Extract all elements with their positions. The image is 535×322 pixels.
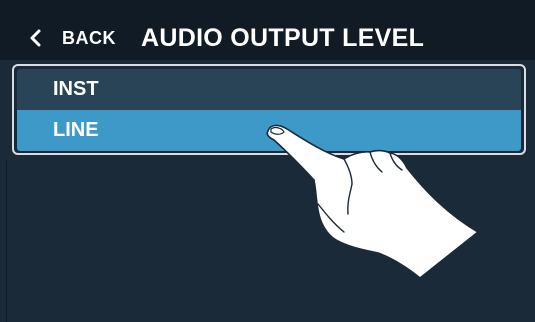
option-label: INST [53,78,99,100]
header-bar: BACK AUDIO OUTPUT LEVEL [0,0,535,60]
device-screen: BACK AUDIO OUTPUT LEVEL INST LINE [0,0,535,322]
option-inst[interactable]: INST [17,69,521,110]
page-title: AUDIO OUTPUT LEVEL [141,24,425,52]
option-label: LINE [53,119,99,141]
chevron-left-icon [30,29,41,47]
options-list: INST LINE [12,64,526,155]
screen-edge-divider [6,160,7,322]
back-label: BACK [62,27,116,48]
option-line[interactable]: LINE [17,110,521,151]
back-button[interactable]: BACK [26,20,116,56]
